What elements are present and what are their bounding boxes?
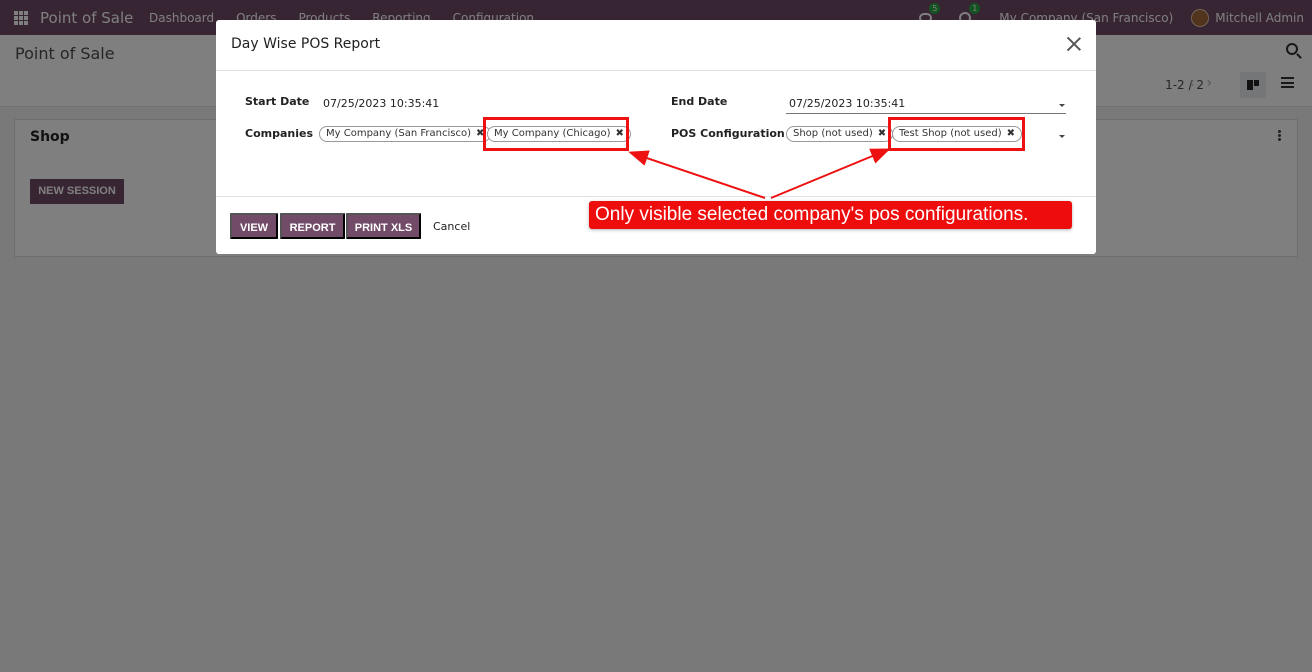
pos-config-tag-label: Shop (not used): [793, 128, 873, 139]
caret-down-icon[interactable]: [1059, 135, 1065, 138]
report-button[interactable]: REPORT: [280, 213, 345, 239]
start-date-field[interactable]: 07/25/2023 10:35:41: [323, 97, 439, 110]
view-button[interactable]: VIEW: [230, 213, 278, 239]
modal-title: Day Wise POS Report: [231, 36, 381, 52]
company-tag: My Company (San Francisco) ✖: [319, 126, 492, 142]
pos-config-tag: Shop (not used) ✖: [786, 126, 894, 142]
cancel-button[interactable]: Cancel: [433, 220, 470, 233]
companies-label: Companies: [245, 127, 313, 140]
end-date-field[interactable]: 07/25/2023 10:35:41: [786, 96, 1066, 114]
caret-down-icon: [1059, 104, 1065, 107]
close-icon[interactable]: [1066, 36, 1082, 52]
pos-config-label: POS Configuration: [671, 127, 785, 140]
company-tag-label: My Company (San Francisco): [326, 128, 471, 139]
end-date-label: End Date: [671, 95, 728, 108]
print-xls-button[interactable]: PRINT XLS: [346, 213, 421, 239]
start-date-label: Start Date: [245, 95, 310, 108]
end-date-value: 07/25/2023 10:35:41: [789, 97, 906, 110]
annotation-callout: Only visible selected company's pos conf…: [589, 201, 1072, 229]
remove-tag-icon[interactable]: ✖: [878, 128, 886, 139]
modal-header: Day Wise POS Report: [216, 20, 1096, 71]
highlight-box-companies: [483, 117, 629, 151]
highlight-box-pos-config: [888, 117, 1025, 151]
